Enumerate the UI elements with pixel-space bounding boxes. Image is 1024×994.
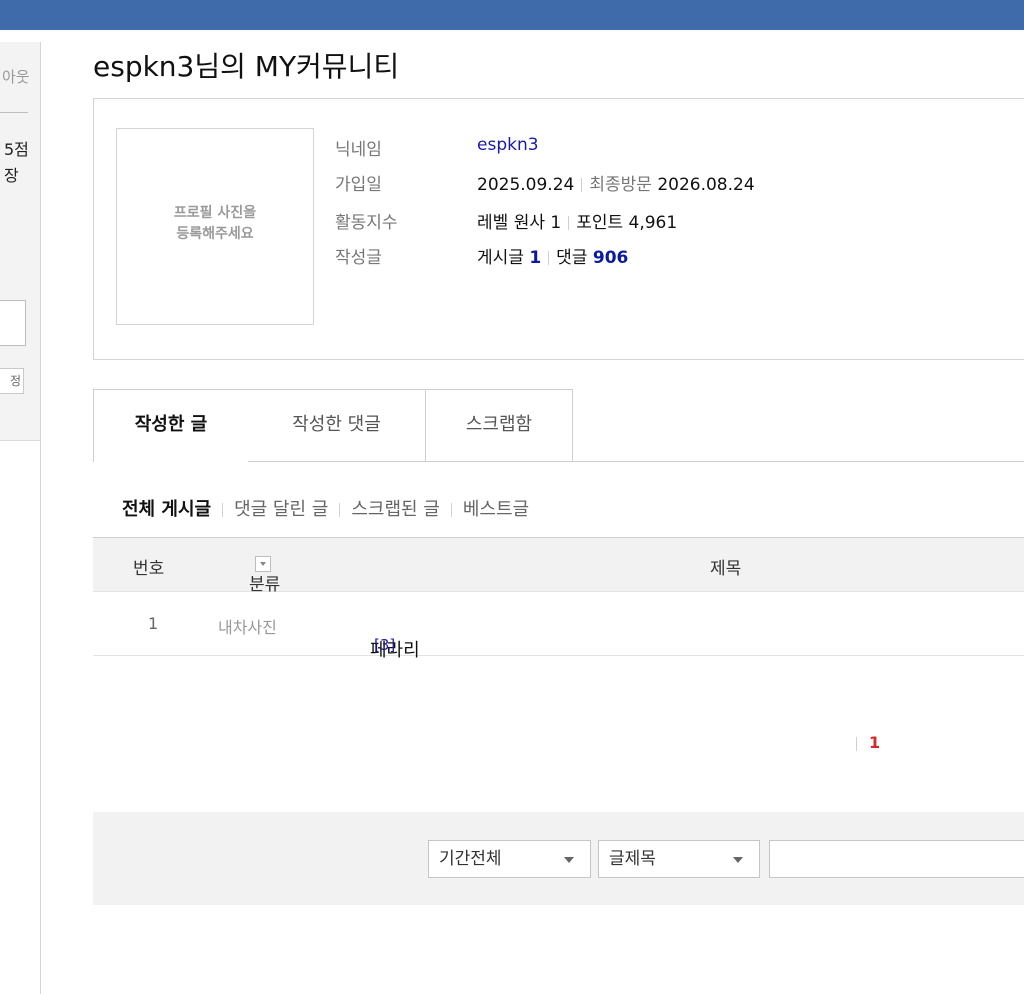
top-nav-bar	[0, 0, 1024, 30]
page-current[interactable]: 1	[869, 733, 880, 752]
row-no: 1	[148, 614, 159, 633]
table-row[interactable]: 1 내차사진 페라리 [3]	[93, 592, 1024, 661]
filter-best-posts[interactable]: 베스트글	[463, 499, 529, 520]
profile-box: 프로필 사진을 등록해주세요 닉네임 가입일 활동지수 작성글 espkn3 2…	[93, 98, 1024, 360]
row-comment-count[interactable]: [3]	[374, 636, 395, 654]
page-title: espkn3님의 MY커뮤니티	[93, 50, 400, 83]
sidebar-divider	[0, 112, 28, 113]
nickname-value: espkn3	[477, 135, 539, 155]
chevron-down-icon	[564, 857, 574, 863]
sidebar-edit-button[interactable]: 정	[0, 368, 24, 394]
table-header: 번호 분류 제목	[93, 537, 1024, 595]
post-filter-nav: 전체 게시글 댓글 달린 글 스크랩된 글 베스트글	[122, 495, 529, 521]
points-value: 4,961	[628, 213, 678, 233]
sidebar-input[interactable]	[0, 300, 26, 346]
post-stats: 게시글 1 댓글 906	[477, 248, 629, 268]
profile-photo-placeholder[interactable]: 프로필 사진을 등록해주세요	[116, 128, 314, 325]
chevron-down-icon	[733, 857, 743, 863]
search-bar: 기간전체 글제목	[93, 812, 1024, 905]
logout-link[interactable]: 아웃	[2, 66, 30, 87]
comment-count[interactable]: 906	[593, 248, 629, 268]
posts-label: 작성글	[335, 248, 382, 268]
field-select[interactable]: 글제목	[598, 840, 760, 878]
activity-info: 레벨 원사 1 포인트 4,961	[477, 213, 678, 233]
filter-all-posts[interactable]: 전체 게시글	[122, 499, 211, 520]
tab-scraps[interactable]: 스크랩함	[425, 389, 573, 462]
last-visit-date: 2026.08.24	[657, 175, 755, 195]
joined-date: 2025.09.24	[477, 175, 575, 195]
join-info: 2025.09.24 최종방문 2026.08.24	[477, 170, 755, 195]
nickname-label: 닉네임	[335, 140, 382, 160]
left-sidebar: 아웃 5점 장 정	[0, 42, 41, 994]
search-input[interactable]	[769, 840, 1024, 878]
header-no: 번호	[133, 559, 165, 579]
filter-commented-posts[interactable]: 댓글 달린 글	[234, 499, 328, 520]
tab-written-posts[interactable]: 작성한 글	[93, 389, 249, 462]
pagination: 1	[856, 733, 880, 752]
header-title: 제목	[710, 559, 742, 579]
last-visit-label: 최종방문	[589, 175, 652, 195]
tab-underline	[248, 461, 1024, 462]
post-count[interactable]: 1	[529, 248, 541, 268]
sidebar-text-1: 5점	[4, 140, 29, 159]
row-category: 내차사진	[218, 618, 277, 637]
photo-text-2: 등록해주세요	[176, 226, 254, 242]
tab-written-comments[interactable]: 작성한 댓글	[248, 389, 426, 462]
level-value: 원사 1	[513, 213, 562, 233]
filter-scrapped-posts[interactable]: 스크랩된 글	[351, 499, 440, 520]
chevron-down-icon[interactable]	[255, 556, 271, 572]
header-category[interactable]: 분류	[249, 554, 280, 595]
activity-label: 활동지수	[335, 213, 398, 233]
photo-text-1: 프로필 사진을	[173, 205, 257, 221]
period-select[interactable]: 기간전체	[428, 840, 591, 878]
sidebar-text-2: 장	[4, 166, 19, 185]
joined-label: 가입일	[335, 175, 382, 195]
